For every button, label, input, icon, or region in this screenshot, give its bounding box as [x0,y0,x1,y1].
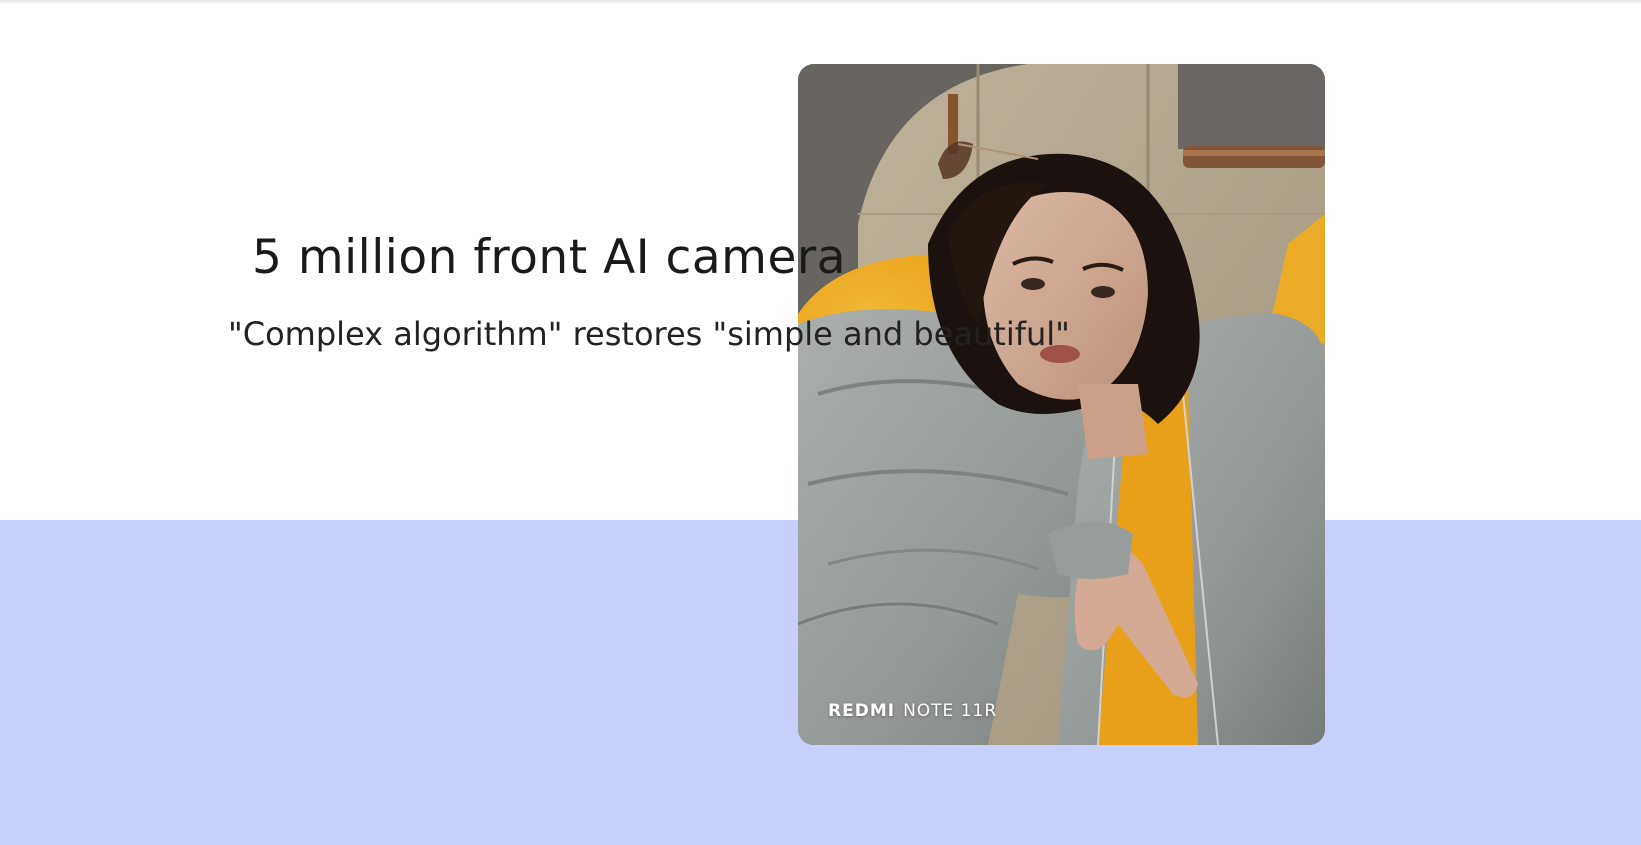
selfie-sample-photo: REDMI NOTE 11R [798,64,1325,745]
watermark-brand: REDMI [828,701,896,721]
feature-title: 5 million front AI camera [252,230,847,285]
watermark-model: NOTE 11R [903,701,998,721]
camera-feature-section: REDMI NOTE 11R 5 million front AI camera … [0,0,1641,845]
feature-subtitle: "Complex algorithm" restores "simple and… [228,315,1070,353]
photo-watermark: REDMI NOTE 11R [828,701,997,721]
top-divider [0,0,1641,4]
selfie-photo-illustration [798,64,1325,745]
